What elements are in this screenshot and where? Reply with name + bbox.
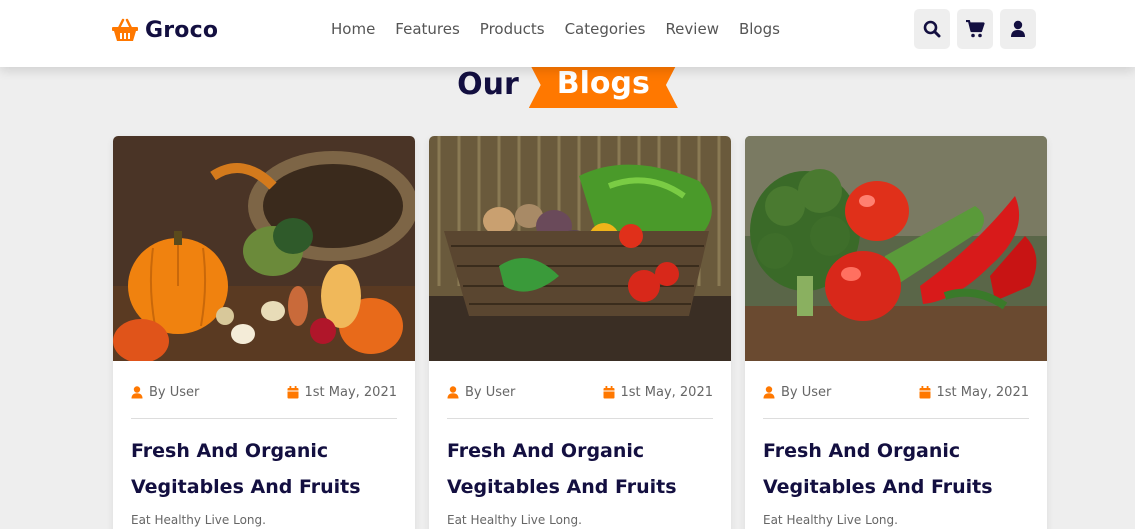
cart-button[interactable] (957, 9, 993, 49)
nav-review[interactable]: Review (665, 20, 719, 38)
blog-image[interactable] (745, 136, 1047, 361)
blog-date: 1st May, 2021 (919, 385, 1029, 400)
user-icon (447, 386, 459, 399)
blog-date: 1st May, 2021 (603, 385, 713, 400)
blog-author: By User (131, 385, 199, 400)
blog-meta: By User 1st May, 2021 (131, 361, 397, 419)
blog-image[interactable] (113, 136, 415, 361)
header-icons (914, 9, 1036, 49)
search-icon (923, 20, 941, 38)
user-icon (1011, 20, 1025, 37)
account-button[interactable] (1000, 9, 1036, 49)
blog-image[interactable] (429, 136, 731, 361)
blog-card[interactable]: By User 1st May, 2021 Fresh And Organic … (745, 136, 1047, 529)
blog-date: 1st May, 2021 (287, 385, 397, 400)
blog-author: By User (763, 385, 831, 400)
site-header: Groco Home Features Products Categories … (0, 0, 1135, 67)
search-button[interactable] (914, 9, 950, 49)
nav-categories[interactable]: Categories (565, 20, 646, 38)
blog-title[interactable]: Fresh And Organic Vegitables And Fruits (131, 433, 397, 505)
blog-title[interactable]: Fresh And Organic Vegitables And Fruits (447, 433, 713, 505)
nav-home[interactable]: Home (331, 20, 375, 38)
blog-description: Eat Healthy Live Long. (447, 513, 582, 527)
nav-blogs[interactable]: Blogs (739, 20, 780, 38)
blog-description: Eat Healthy Live Long. (763, 513, 898, 527)
cart-icon (966, 20, 985, 38)
blog-list: By User 1st May, 2021 Fresh And Organic … (113, 136, 1047, 529)
blog-card[interactable]: By User 1st May, 2021 Fresh And Organic … (429, 136, 731, 529)
logo[interactable]: Groco (111, 17, 218, 43)
calendar-icon (603, 386, 614, 399)
section-heading: Our Blogs (0, 62, 1135, 110)
heading-highlight: Blogs (528, 62, 678, 108)
blog-meta: By User 1st May, 2021 (447, 361, 713, 419)
blog-description: Eat Healthy Live Long. (131, 513, 266, 527)
nav-products[interactable]: Products (480, 20, 545, 38)
blog-card[interactable]: By User 1st May, 2021 Fresh And Organic … (113, 136, 415, 529)
heading-plain: Our (457, 67, 519, 102)
user-icon (763, 386, 775, 399)
calendar-icon (287, 386, 298, 399)
blog-title[interactable]: Fresh And Organic Vegitables And Fruits (763, 433, 1029, 505)
main-nav: Home Features Products Categories Review… (331, 20, 780, 38)
user-icon (131, 386, 143, 399)
basket-icon (112, 18, 138, 41)
blog-author: By User (447, 385, 515, 400)
nav-features[interactable]: Features (395, 20, 460, 38)
brand-name: Groco (145, 17, 219, 43)
calendar-icon (919, 386, 930, 399)
blog-meta: By User 1st May, 2021 (763, 361, 1029, 419)
